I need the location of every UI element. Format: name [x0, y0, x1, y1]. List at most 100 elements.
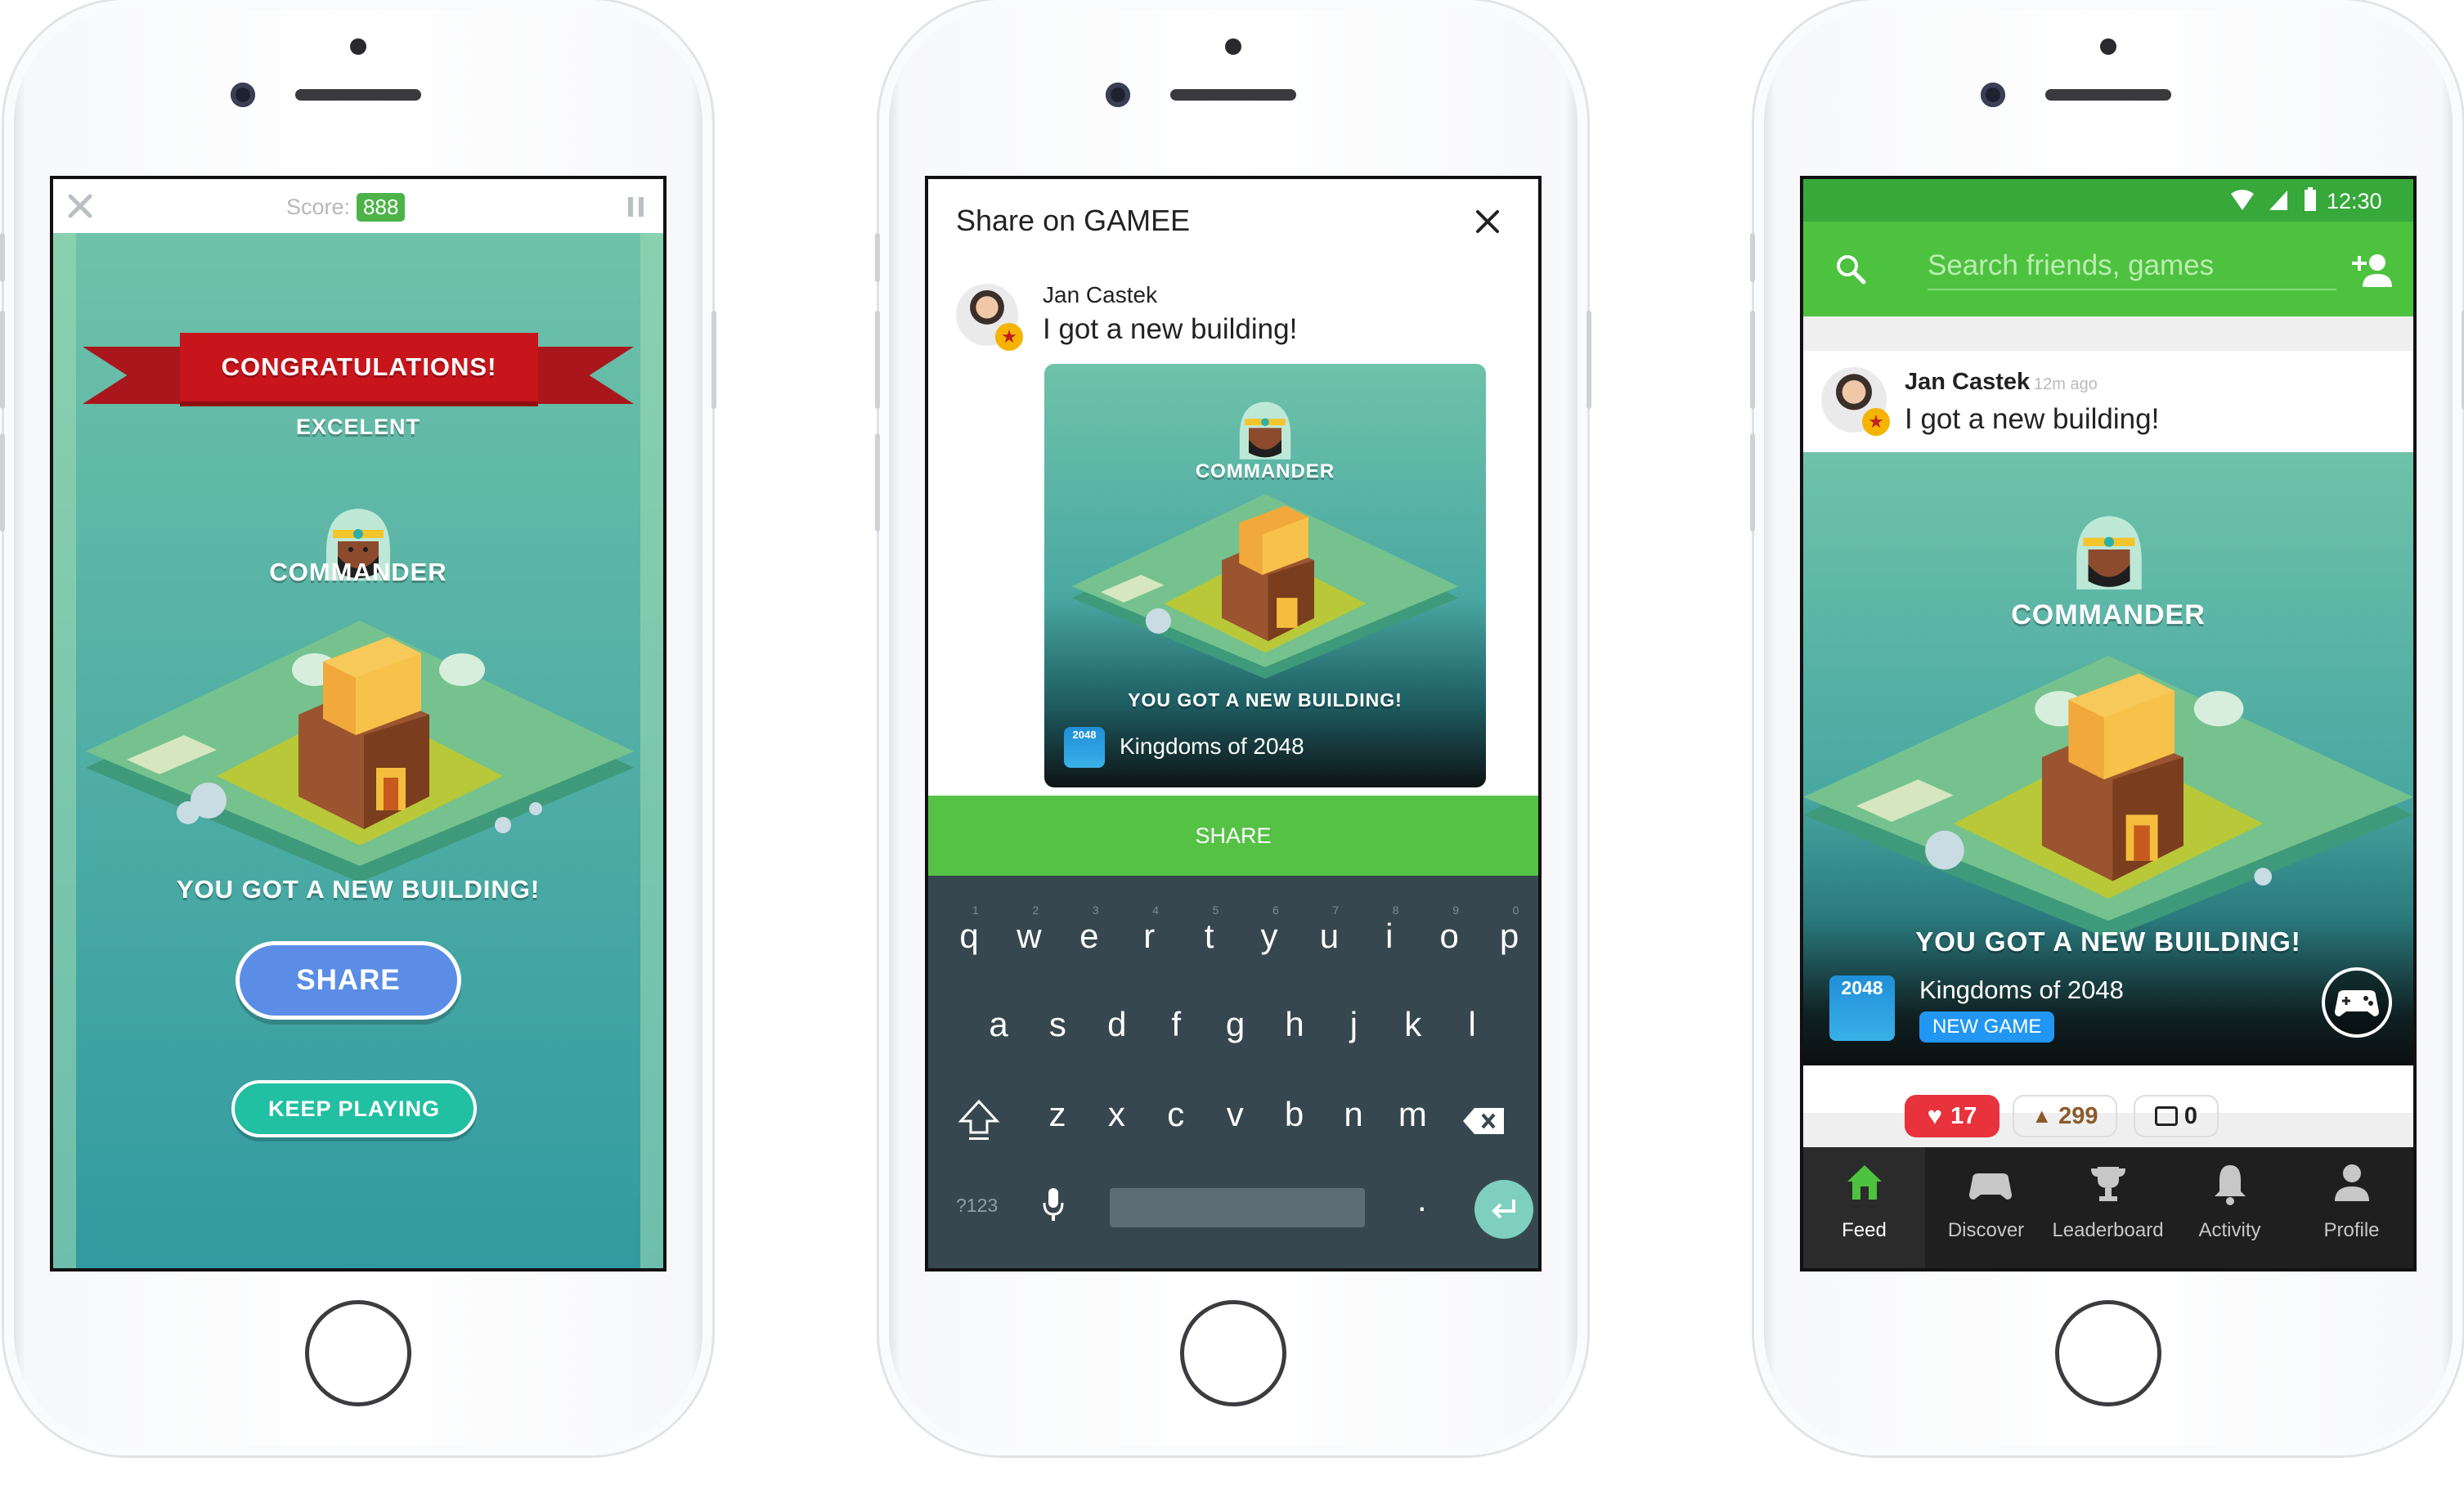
key-v[interactable]: v — [1210, 1095, 1259, 1134]
shift-key-icon[interactable] — [958, 1097, 1000, 1142]
symbols-key[interactable]: ?123 — [956, 1195, 998, 1217]
proximity-sensor — [1225, 38, 1241, 55]
close-icon[interactable] — [1470, 204, 1506, 240]
phone-volume-up — [1750, 311, 1755, 409]
comment-button[interactable]: 0 — [2134, 1095, 2219, 1137]
share-submit-button[interactable]: SHARE — [928, 796, 1538, 876]
bell-icon — [2210, 1159, 2251, 1208]
key-f[interactable]: f — [1151, 1005, 1201, 1044]
key-e[interactable]: e — [1065, 917, 1114, 956]
nav-leaderboard-label: Leaderboard — [2052, 1219, 2164, 1241]
key-l[interactable]: l — [1447, 1005, 1497, 1044]
share-button[interactable]: SHARE — [236, 941, 461, 1020]
home-button[interactable] — [305, 1300, 411, 1406]
card-message: YOU GOT A NEW BUILDING! — [1915, 926, 2301, 957]
key-r[interactable]: r — [1124, 917, 1174, 956]
key-y[interactable]: y — [1245, 917, 1294, 956]
key-g[interactable]: g — [1211, 1005, 1260, 1044]
share-preview-card: COMMANDER YOU GOT A NEW BUILDING! 2048 K… — [1044, 364, 1486, 787]
share-dialog-body: ★ Jan Castek I got a new building! COMMA… — [928, 266, 1538, 796]
poop-button[interactable]: ▲ 299 — [2013, 1095, 2117, 1137]
period-key[interactable]: . — [1417, 1180, 1427, 1219]
post-text-input[interactable]: I got a new building! — [1043, 313, 1297, 346]
nav-leaderboard[interactable]: Leaderboard — [2047, 1147, 2169, 1268]
phone-volume-down — [875, 433, 880, 531]
key-a[interactable]: a — [974, 1005, 1023, 1044]
enter-key[interactable] — [1474, 1180, 1533, 1239]
keyboard: ?123 . q1 w2 e3 r4 t5 y6 u7 i8 o9 p0 asdfghjkl zxcv… — [928, 876, 1538, 1268]
front-camera — [231, 83, 255, 107]
feed-post-card: ★ Jan Castek 12m ago I got a new buildin… — [1803, 351, 2413, 1137]
nav-discover[interactable]: Discover — [1925, 1147, 2047, 1268]
close-icon[interactable] — [63, 189, 97, 223]
card-rank-text: COMMANDER — [1195, 460, 1335, 482]
key-hint-1: 1 — [972, 904, 979, 917]
key-h[interactable]: h — [1270, 1005, 1319, 1044]
backspace-key-icon[interactable] — [1461, 1105, 1507, 1137]
like-button[interactable]: ♥ 17 — [1905, 1095, 1999, 1137]
search-icon[interactable] — [1834, 253, 1867, 285]
space-bar[interactable] — [1110, 1188, 1365, 1227]
phone-power-button — [711, 311, 716, 409]
rating-text: EXCELENT — [295, 415, 421, 439]
key-t[interactable]: t — [1185, 917, 1234, 956]
microphone-icon[interactable] — [1041, 1186, 1066, 1222]
comment-count: 0 — [2183, 1102, 2198, 1129]
battery-icon — [2304, 187, 2317, 212]
key-m[interactable]: m — [1388, 1095, 1437, 1134]
like-count: 17 — [1950, 1102, 1977, 1129]
key-k[interactable]: k — [1389, 1005, 1438, 1044]
commander-avatar-icon — [2070, 509, 2148, 593]
home-button[interactable] — [1180, 1300, 1286, 1406]
add-friend-icon[interactable] — [2351, 249, 2397, 290]
keep-playing-button[interactable]: KEEP PLAYING — [231, 1080, 477, 1137]
key-o[interactable]: o — [1425, 917, 1474, 956]
key-q[interactable]: q — [945, 917, 994, 956]
game-icon[interactable]: 2048 — [1829, 975, 1895, 1041]
key-n[interactable]: n — [1329, 1095, 1378, 1134]
new-game-badge: NEW GAME — [1919, 1011, 2055, 1043]
congratulations-banner: CONGRATULATIONS! — [180, 333, 538, 401]
nav-activity-label: Activity — [2198, 1219, 2261, 1241]
key-hint-8: 8 — [1392, 904, 1399, 917]
card-rank-text: COMMANDER — [2011, 599, 2206, 630]
key-w[interactable]: w — [1004, 917, 1053, 956]
home-icon — [1844, 1159, 1885, 1208]
home-button[interactable] — [2055, 1300, 2161, 1406]
rank-text: COMMANDER — [269, 558, 447, 586]
key-x[interactable]: x — [1092, 1095, 1141, 1134]
key-s[interactable]: s — [1033, 1005, 1082, 1044]
phone-volume-down — [0, 433, 5, 531]
nav-feed[interactable]: Feed — [1803, 1147, 1925, 1268]
score-display: Score: 888 — [286, 191, 406, 223]
earpiece-speaker — [2045, 89, 2171, 101]
commander-avatar-icon — [1234, 397, 1296, 462]
key-j[interactable]: j — [1329, 1005, 1378, 1044]
key-u[interactable]: u — [1304, 917, 1353, 956]
score-label: Score: — [286, 194, 351, 219]
play-gamepad-button[interactable] — [2322, 967, 2392, 1038]
key-hint-0: 0 — [1512, 904, 1519, 917]
phone-power-button — [1587, 311, 1591, 409]
post-media[interactable]: COMMANDER YOU GOT A NEW BUILDING! 2048 K… — [1803, 452, 2413, 1065]
key-i[interactable]: i — [1365, 917, 1414, 956]
proximity-sensor — [2100, 38, 2116, 55]
new-building-message: YOU GOT A NEW BUILDING! — [176, 875, 541, 904]
game-name[interactable]: Kingdoms of 2048 — [1919, 975, 2124, 1005]
pause-icon[interactable] — [624, 192, 649, 222]
key-c[interactable]: c — [1151, 1095, 1201, 1134]
nav-profile[interactable]: Profile — [2291, 1147, 2412, 1268]
search-input[interactable]: Search friends, games — [1928, 249, 2336, 290]
key-hint-3: 3 — [1092, 904, 1099, 917]
gamepad-icon — [1966, 1159, 2012, 1208]
app-bar: Search friends, games — [1803, 222, 2413, 316]
phone-share-dialog: Share on GAMEE ★ Jan Castek I got a new … — [875, 0, 1591, 1455]
nav-activity[interactable]: Activity — [2169, 1147, 2291, 1268]
key-p[interactable]: p — [1485, 917, 1534, 956]
post-author[interactable]: Jan Castek — [1905, 369, 2030, 396]
key-d[interactable]: d — [1093, 1005, 1142, 1044]
comment-icon — [2154, 1106, 2178, 1126]
key-b[interactable]: b — [1270, 1095, 1319, 1134]
key-z[interactable]: z — [1033, 1095, 1082, 1134]
key-hint-6: 6 — [1272, 904, 1279, 917]
